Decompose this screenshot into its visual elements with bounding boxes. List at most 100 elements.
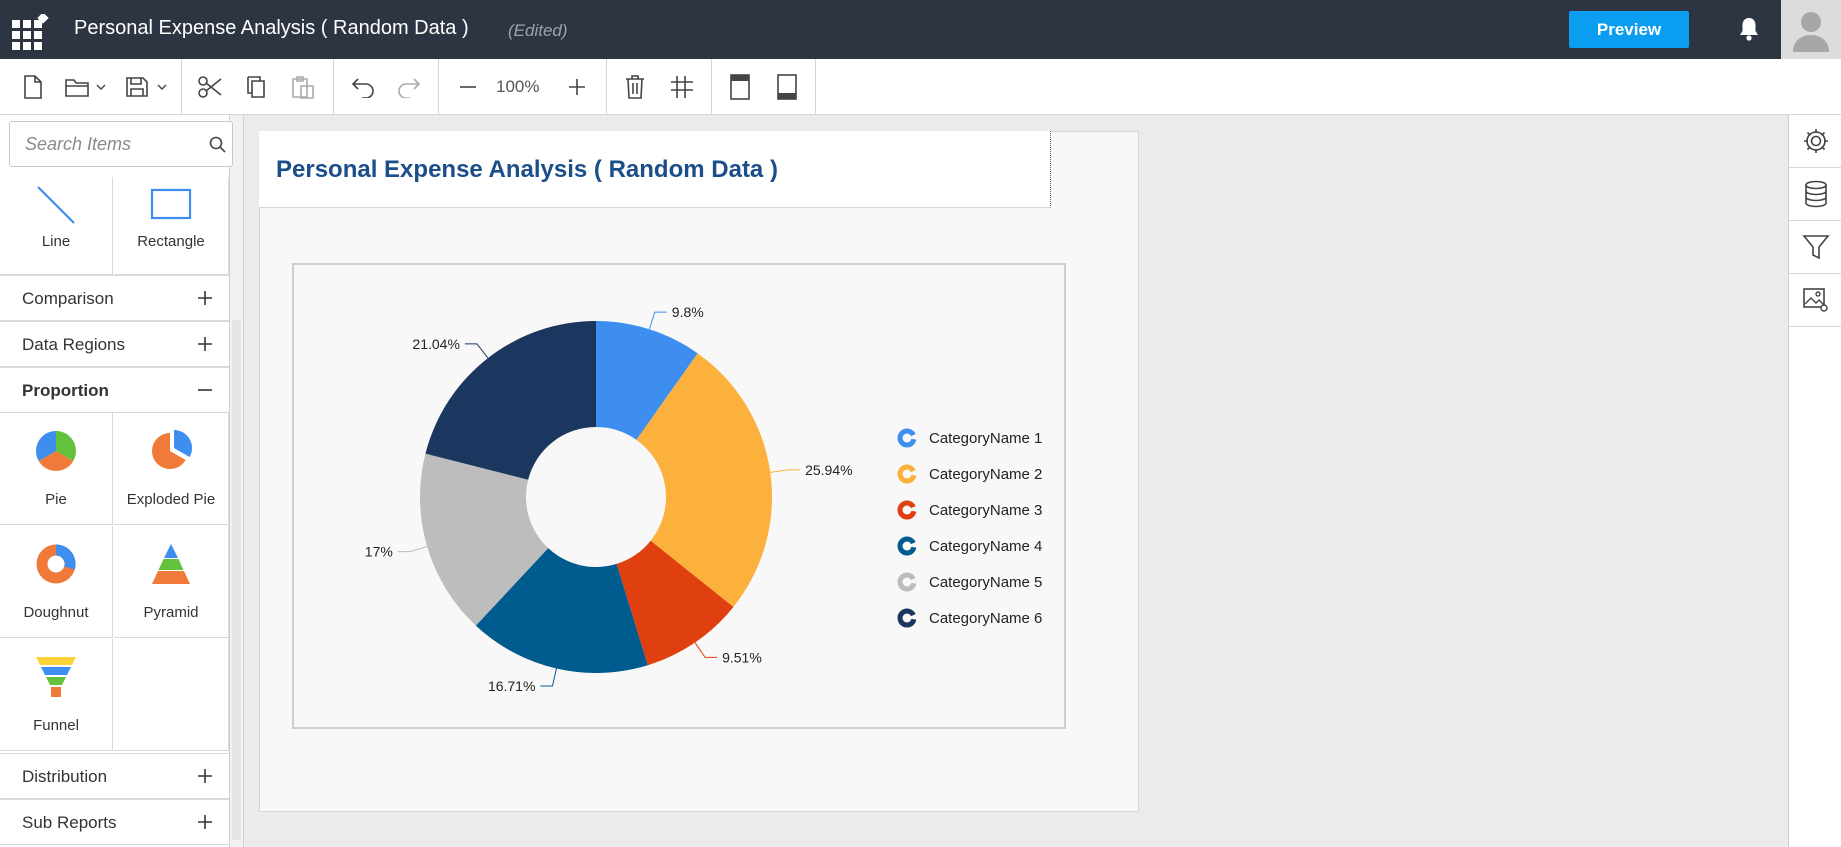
expand-plus-icon[interactable] <box>196 335 214 353</box>
open-folder-icon[interactable] <box>63 71 109 103</box>
report-title: Personal Expense Analysis ( Random Data … <box>276 156 778 183</box>
copy-icon[interactable] <box>244 71 270 103</box>
line-icon <box>0 183 112 227</box>
doughnut-chart[interactable]: 9.8% 25.94% 9.51% 16.71% 17% 21.04% CategoryNa… <box>292 263 1066 729</box>
filter-icon[interactable] <box>1789 221 1841 274</box>
item-pyramid[interactable]: Pyramid <box>114 526 229 638</box>
data-label: 25.94% <box>805 462 852 478</box>
header-icon[interactable] <box>728 71 752 103</box>
cut-icon[interactable] <box>196 71 224 103</box>
data-label: 21.04% <box>412 336 459 352</box>
item-line[interactable]: Line <box>0 177 113 275</box>
toolbar: 100% <box>0 59 1841 115</box>
expand-plus-icon[interactable] <box>196 289 214 307</box>
search-icon[interactable] <box>209 136 227 154</box>
zoom-in-icon[interactable] <box>567 71 587 103</box>
legend-item[interactable]: CategoryName 6 <box>897 608 1042 628</box>
group-label: Sub Reports <box>22 813 117 832</box>
redo-icon[interactable] <box>395 71 423 103</box>
toolbar-separator <box>438 59 439 115</box>
tile-label: Pie <box>45 491 67 508</box>
toolbar-separator <box>606 59 607 115</box>
item-panel-scrollbar[interactable] <box>230 115 244 847</box>
data-label: 16.71% <box>488 678 535 694</box>
legend-item[interactable]: CategoryName 1 <box>897 428 1042 448</box>
toolbar-separator <box>333 59 334 115</box>
legend-label: CategoryName 4 <box>929 538 1042 555</box>
empty-tile <box>114 639 229 751</box>
data-label-connector <box>770 469 801 473</box>
data-label: 9.8% <box>672 304 704 320</box>
delete-icon[interactable] <box>623 71 647 103</box>
group-sub-reports[interactable]: Sub Reports <box>0 799 229 845</box>
toolbar-separator <box>711 59 712 115</box>
toolbar-separator <box>815 59 816 115</box>
item-funnel[interactable]: Funnel <box>0 639 113 751</box>
preview-button[interactable]: Preview <box>1569 11 1689 48</box>
properties-strip <box>1788 115 1841 847</box>
user-icon <box>1793 12 1829 52</box>
legend-label: CategoryName 6 <box>929 610 1042 627</box>
data-label: 9.51% <box>722 649 762 665</box>
group-distribution[interactable]: Distribution <box>0 753 229 799</box>
funnel-icon <box>0 655 112 699</box>
toolbar-separator <box>181 59 182 115</box>
legend-label: CategoryName 5 <box>929 574 1042 591</box>
group-label: Proportion <box>22 381 109 400</box>
group-comparison[interactable]: Comparison <box>0 275 229 321</box>
zoom-out-icon[interactable] <box>458 71 478 103</box>
item-rectangle[interactable]: Rectangle <box>114 177 229 275</box>
legend-item[interactable]: CategoryName 3 <box>897 500 1042 520</box>
pie-chart-icon <box>0 429 112 473</box>
legend-item[interactable]: CategoryName 4 <box>897 536 1042 556</box>
settings-icon[interactable] <box>1789 115 1841 168</box>
search-input[interactable] <box>25 134 195 155</box>
expand-plus-icon[interactable] <box>196 813 214 831</box>
group-proportion[interactable]: Proportion <box>0 367 229 413</box>
exploded-pie-icon <box>114 429 228 473</box>
pyramid-icon <box>114 542 228 586</box>
tile-label: Line <box>41 233 71 250</box>
legend-item[interactable]: CategoryName 2 <box>897 464 1042 484</box>
data-label-connector <box>648 311 667 330</box>
scrollbar-thumb[interactable] <box>232 320 241 840</box>
save-icon[interactable] <box>124 71 170 103</box>
grid-icon[interactable] <box>669 71 695 103</box>
image-settings-icon[interactable] <box>1789 274 1841 327</box>
apps-grid-icon[interactable] <box>12 14 50 50</box>
expand-plus-icon[interactable] <box>196 767 214 785</box>
item-doughnut[interactable]: Doughnut <box>0 526 113 638</box>
group-label: Distribution <box>22 767 108 786</box>
zoom-level[interactable]: 100% <box>496 77 539 97</box>
collapse-minus-icon[interactable] <box>196 381 214 399</box>
data-label-connector <box>540 668 557 687</box>
app-header: Personal Expense Analysis ( Random Data … <box>0 0 1841 59</box>
paste-icon[interactable] <box>289 71 317 103</box>
search-box[interactable] <box>9 121 233 167</box>
group-label: Comparison <box>22 289 114 308</box>
user-avatar[interactable] <box>1781 0 1841 59</box>
data-label-connector <box>464 343 489 359</box>
legend-label: CategoryName 3 <box>929 502 1042 519</box>
doughnut-icon <box>0 542 112 586</box>
tile-label: Funnel <box>33 717 79 734</box>
footer-icon[interactable] <box>775 71 799 103</box>
undo-icon[interactable] <box>349 71 377 103</box>
tile-label: Doughnut <box>23 604 89 621</box>
bell-icon[interactable] <box>1737 16 1761 42</box>
data-label-connector <box>397 546 428 553</box>
database-icon[interactable] <box>1789 168 1841 221</box>
item-exploded-pie[interactable]: Exploded Pie <box>114 413 229 525</box>
group-data-regions[interactable]: Data Regions <box>0 321 229 367</box>
legend-label: CategoryName 1 <box>929 430 1042 447</box>
edited-status: (Edited) <box>508 21 568 40</box>
data-label: 17% <box>365 544 393 560</box>
rectangle-icon <box>114 187 228 231</box>
tile-label: Pyramid <box>143 604 199 621</box>
item-pie[interactable]: Pie <box>0 413 113 525</box>
data-label-connector <box>694 642 718 658</box>
group-label: Data Regions <box>22 335 126 354</box>
new-file-icon[interactable] <box>20 71 46 103</box>
legend-item[interactable]: CategoryName 5 <box>897 572 1042 592</box>
tile-label: Rectangle <box>137 233 205 250</box>
